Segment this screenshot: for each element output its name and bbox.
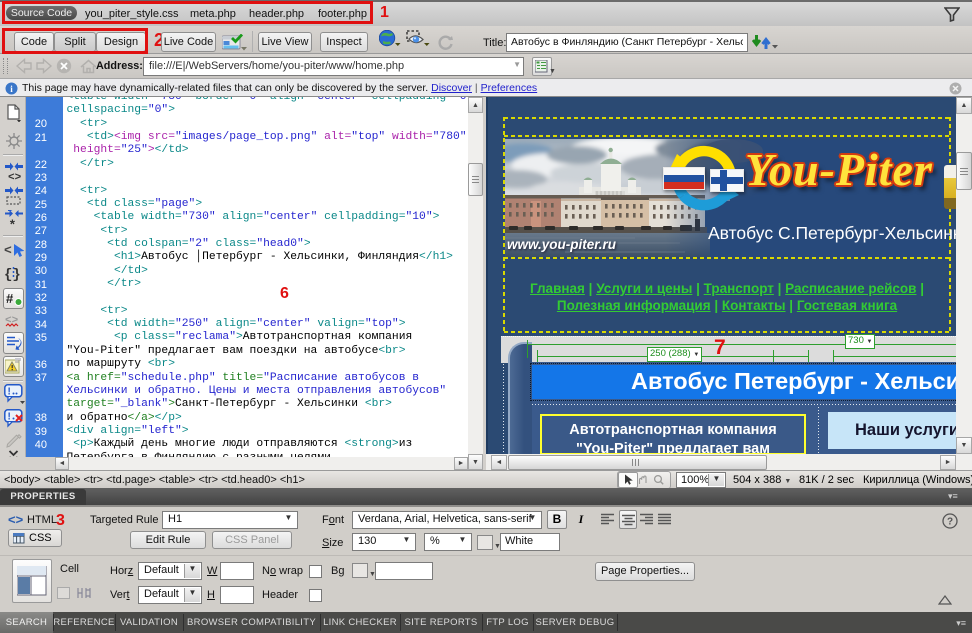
svg-text:?: ?	[947, 517, 953, 528]
svg-text:!: !	[8, 387, 11, 398]
svg-text:*: *	[9, 218, 17, 230]
svg-text:!: !	[8, 412, 11, 423]
svg-text:#: #	[6, 291, 14, 306]
svg-text:<: <	[4, 243, 12, 258]
